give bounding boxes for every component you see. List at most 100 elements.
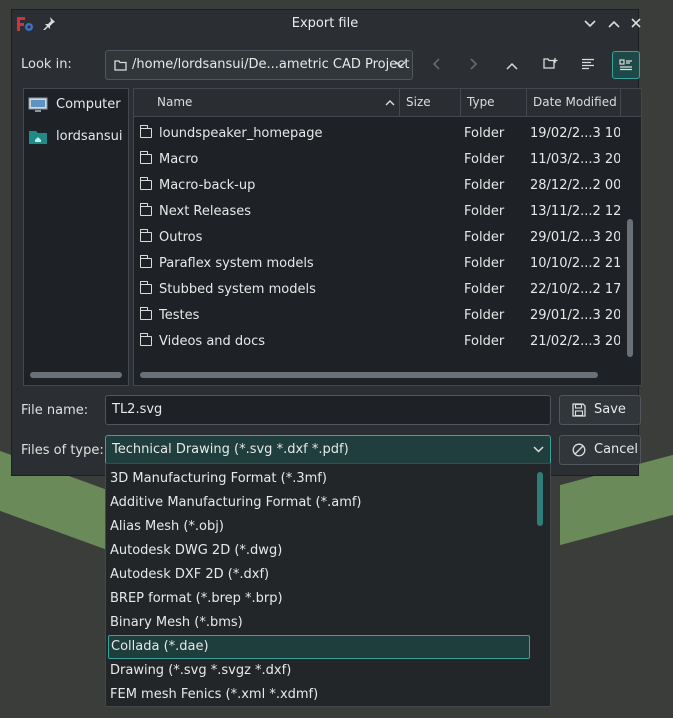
new-folder-button[interactable] (536, 51, 564, 79)
folder-icon (139, 255, 152, 268)
back-button[interactable] (422, 51, 450, 79)
file-type-option[interactable]: Additive Manufacturing Format (*.amf) (108, 491, 530, 515)
file-type-option[interactable]: Drawing (*.svg *.svgz *.dxf) (108, 659, 530, 683)
file-row[interactable]: Testes Folder 29/01/2...3 20:5 (134, 303, 620, 329)
detail-view-button[interactable] (612, 51, 640, 79)
chevron-down-icon (533, 436, 544, 464)
sort-ascending-icon (385, 89, 395, 116)
file-row[interactable]: loundspeaker_homepage Folder 19/02/2...3 1… (134, 121, 620, 147)
dropdown-vertical-scrollbar[interactable] (537, 472, 543, 526)
maximize-chevron-icon[interactable] (604, 14, 624, 34)
close-icon[interactable] (626, 14, 646, 34)
save-button[interactable]: Save (559, 395, 641, 425)
home-folder-icon (28, 129, 48, 145)
file-type-label: Files of type: (21, 443, 104, 458)
file-type-option[interactable]: Autodesk DWG 2D (*.dwg) (108, 539, 530, 563)
cancel-button[interactable]: Cancel (559, 435, 641, 465)
file-date: 19/02/2...3 10:3 (530, 126, 620, 141)
look-in-label: Look in: (21, 57, 72, 72)
file-date: 28/12/2...2 00:3 (530, 178, 620, 193)
file-type-option[interactable]: Alias Mesh (*.obj) (108, 515, 530, 539)
detail-view-icon (619, 57, 633, 75)
file-type-combobox[interactable]: Technical Drawing (*.svg *.dxf *.pdf) (105, 435, 551, 465)
folder-icon (139, 229, 152, 242)
file-name: Videos and docs (159, 334, 266, 349)
place-item-home[interactable]: lordsansui (28, 125, 123, 149)
column-header-type[interactable]: Type (461, 89, 527, 116)
file-type: Folder (464, 334, 505, 349)
file-date: 11/03/2...3 20:2 (530, 152, 620, 167)
file-name: Macro-back-up (159, 178, 256, 193)
file-type: Folder (464, 204, 505, 219)
file-list-header: Name Size Type Date Modified (134, 89, 641, 117)
place-label: Computer (56, 97, 121, 112)
file-name: Paraflex system models (159, 256, 314, 271)
file-date: 21/02/2...3 20:5 (530, 334, 620, 349)
column-header-size[interactable]: Size (400, 89, 461, 116)
place-item-computer[interactable]: Computer (28, 93, 121, 117)
file-name-label: File name: (21, 403, 89, 418)
folder-icon (139, 151, 152, 164)
places-sidebar: Computer lordsansui (23, 88, 129, 386)
chevron-right-icon (470, 56, 478, 74)
chevron-down-icon (395, 51, 406, 79)
file-type-option[interactable]: Binary Mesh (*.bms) (108, 611, 530, 635)
save-icon (572, 396, 586, 424)
file-name-input[interactable]: TL2.svg (105, 395, 551, 425)
file-type: Folder (464, 178, 505, 193)
parent-directory-button[interactable] (498, 51, 526, 79)
file-type-option[interactable]: Collada (*.dae) (108, 635, 530, 659)
file-type-option[interactable]: 3D Manufacturing Format (*.3mf) (108, 467, 530, 491)
file-type-value: Technical Drawing (*.svg *.dxf *.pdf) (112, 442, 349, 457)
list-view-icon (581, 56, 595, 74)
folder-icon (139, 203, 152, 216)
save-label: Save (594, 402, 626, 417)
title-bar: Export file (12, 10, 641, 38)
export-file-dialog: Export file Look in: /home/lordsansui/De… (11, 9, 642, 476)
file-type: Folder (464, 308, 505, 323)
new-folder-icon (542, 56, 558, 74)
list-view-button[interactable] (574, 51, 602, 79)
file-date: 29/01/2...3 20:5 (530, 308, 620, 323)
window-title: Export file (291, 16, 359, 31)
file-date: 29/01/2...3 20:0 (530, 230, 620, 245)
file-type: Folder (464, 152, 505, 167)
file-list: Name Size Type Date Modified loundspeake… (133, 88, 642, 386)
folder-icon (139, 125, 152, 138)
file-type: Folder (464, 282, 505, 297)
file-row[interactable]: Macro Folder 11/03/2...3 20:2 (134, 147, 620, 173)
file-name: Next Releases (159, 204, 251, 219)
computer-icon (28, 97, 48, 113)
file-row[interactable]: Next Releases Folder 13/11/2...2 12:5 (134, 199, 620, 225)
folder-icon (114, 51, 127, 79)
places-horizontal-scrollbar[interactable] (30, 372, 122, 378)
file-date: 13/11/2...2 12:5 (530, 204, 620, 219)
file-name: Macro (159, 152, 199, 167)
cancel-label: Cancel (594, 442, 639, 457)
file-type-option[interactable]: BREP format (*.brep *.brp) (108, 587, 530, 611)
folder-icon (139, 307, 152, 320)
column-header-date[interactable]: Date Modified (527, 89, 621, 116)
file-type: Folder (464, 256, 505, 271)
place-label: lordsansui (56, 129, 123, 144)
file-name: Testes (159, 308, 200, 323)
file-list-vertical-scrollbar[interactable] (627, 219, 633, 357)
file-type-option[interactable]: Autodesk DXF 2D (*.dxf) (108, 563, 530, 587)
file-type-option[interactable]: FEM mesh Fenics (*.xml *.xdmf) (108, 683, 530, 706)
look-in-combobox[interactable]: /home/lordsansui/De...ametric CAD Projec… (105, 50, 413, 80)
forward-button[interactable] (460, 51, 488, 79)
column-header-name[interactable]: Name (151, 89, 400, 116)
file-row[interactable]: Stubbed system models Folder 22/10/2...2 1… (134, 277, 620, 303)
file-row[interactable]: Macro-back-up Folder 28/12/2...2 00:3 (134, 173, 620, 199)
file-row[interactable]: Paraflex system models Folder 10/10/2...2 … (134, 251, 620, 277)
file-list-horizontal-scrollbar[interactable] (140, 372, 598, 378)
file-date: 10/10/2...2 21:5 (530, 256, 620, 271)
chevron-left-icon (432, 56, 440, 74)
minimize-chevron-icon[interactable] (580, 14, 600, 34)
file-row[interactable]: Outros Folder 29/01/2...3 20:0 (134, 225, 620, 251)
file-row[interactable]: Videos and docs Folder 21/02/2...3 20:5 (134, 329, 620, 355)
file-date: 22/10/2...2 17:3 (530, 282, 620, 297)
chevron-up-icon (506, 56, 518, 74)
file-name: loundspeaker_homepage (159, 126, 323, 141)
file-type-dropdown-list: 3D Manufacturing Format (*.3mf) Additive … (105, 463, 551, 707)
